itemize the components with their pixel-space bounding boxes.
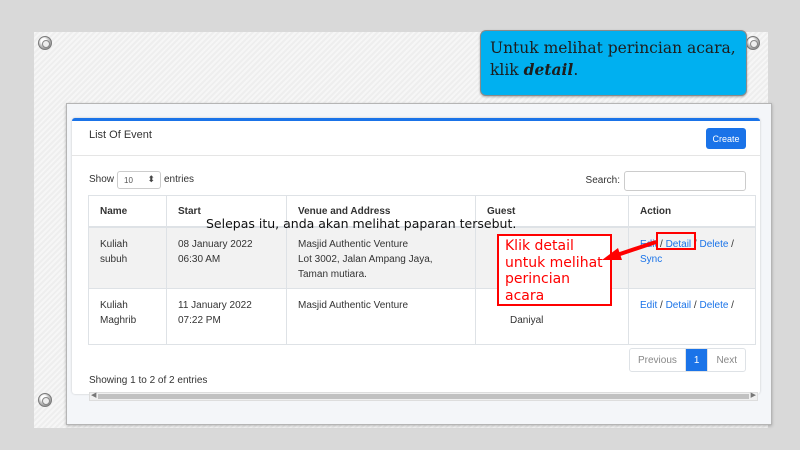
detail-highlight-box <box>656 232 696 250</box>
start-time: 07:22 PM <box>178 314 221 326</box>
cell-start: 08 January 2022 06:30 AM <box>166 226 287 289</box>
card-title: List Of Event <box>89 129 152 141</box>
callout-line1: Untuk melihat perincian acara, <box>490 39 736 57</box>
start-date: 11 January 2022 <box>178 299 252 311</box>
cell-name: Kuliah Maghrib <box>88 287 167 345</box>
scrollbar-thumb[interactable] <box>98 394 749 399</box>
search-input[interactable] <box>624 171 746 191</box>
start-time: 06:30 AM <box>178 253 221 265</box>
page-size-select[interactable]: 10 ⬍ <box>117 171 161 189</box>
red-annotation-note: Klik detail untuk melihat perincian acar… <box>497 234 612 306</box>
arrow-shaft <box>613 240 657 258</box>
detail-link[interactable]: Detail <box>666 300 692 311</box>
table-row: Kuliah Maghrib 11 January 2022 07:22 PM M… <box>88 287 756 345</box>
table-controls: Show 10 ⬍ entries Search: <box>89 171 746 191</box>
screw-top-right-icon <box>746 36 760 50</box>
venue-address: Lot 3002, Jalan Ampang Jaya, Taman mutia… <box>298 253 433 280</box>
edit-link[interactable]: Edit <box>640 300 657 311</box>
cell-name: Kuliah subuh <box>88 226 167 289</box>
callout-emphasis: detail <box>523 60 574 79</box>
overlay-caption: Selepas itu, anda akan melihat paparan t… <box>206 216 517 231</box>
next-page-button[interactable]: Next <box>708 349 745 371</box>
screw-top-left-icon <box>38 36 52 50</box>
cell-action: Edit / Detail / Delete / <box>628 287 756 345</box>
red-arrow-icon <box>602 240 657 260</box>
delete-link[interactable]: Delete <box>700 239 729 250</box>
col-header-action[interactable]: Action <box>628 195 756 228</box>
callout-prefix: klik <box>490 61 524 79</box>
screw-bottom-left-icon <box>38 393 52 407</box>
horizontal-scrollbar[interactable]: ◀ ▶ <box>89 391 758 401</box>
venue-name: Masjid Authentic Venture <box>298 238 409 250</box>
search-label: Search: <box>585 175 620 186</box>
show-label: Show <box>89 174 115 185</box>
callout-suffix: . <box>573 61 579 79</box>
create-button[interactable]: Create <box>706 128 746 149</box>
delete-link[interactable]: Delete <box>700 300 729 311</box>
page-1-button[interactable]: 1 <box>685 349 709 371</box>
cell-venue: Masjid Authentic Venture <box>286 287 476 345</box>
cell-venue: Masjid Authentic Venture Lot 3002, Jalan … <box>286 226 476 289</box>
scroll-right-icon[interactable]: ▶ <box>751 391 756 399</box>
card-header: List Of Event Create <box>72 121 760 156</box>
entries-label: entries <box>164 174 195 185</box>
page-size-value: 10 <box>124 176 133 185</box>
select-updown-icon: ⬍ <box>147 174 155 184</box>
table-info: Showing 1 to 2 of 2 entries <box>89 375 208 386</box>
pagination: Previous 1 Next <box>628 348 746 372</box>
col-header-name[interactable]: Name <box>88 195 167 228</box>
start-date: 08 January 2022 <box>178 238 253 250</box>
arrow-head <box>602 248 622 260</box>
previous-page-button[interactable]: Previous <box>630 349 686 371</box>
cell-start: 11 January 2022 07:22 PM <box>166 287 287 345</box>
scroll-left-icon[interactable]: ◀ <box>91 391 96 399</box>
instruction-callout: Untuk melihat perincian acara, klik deta… <box>480 30 747 96</box>
